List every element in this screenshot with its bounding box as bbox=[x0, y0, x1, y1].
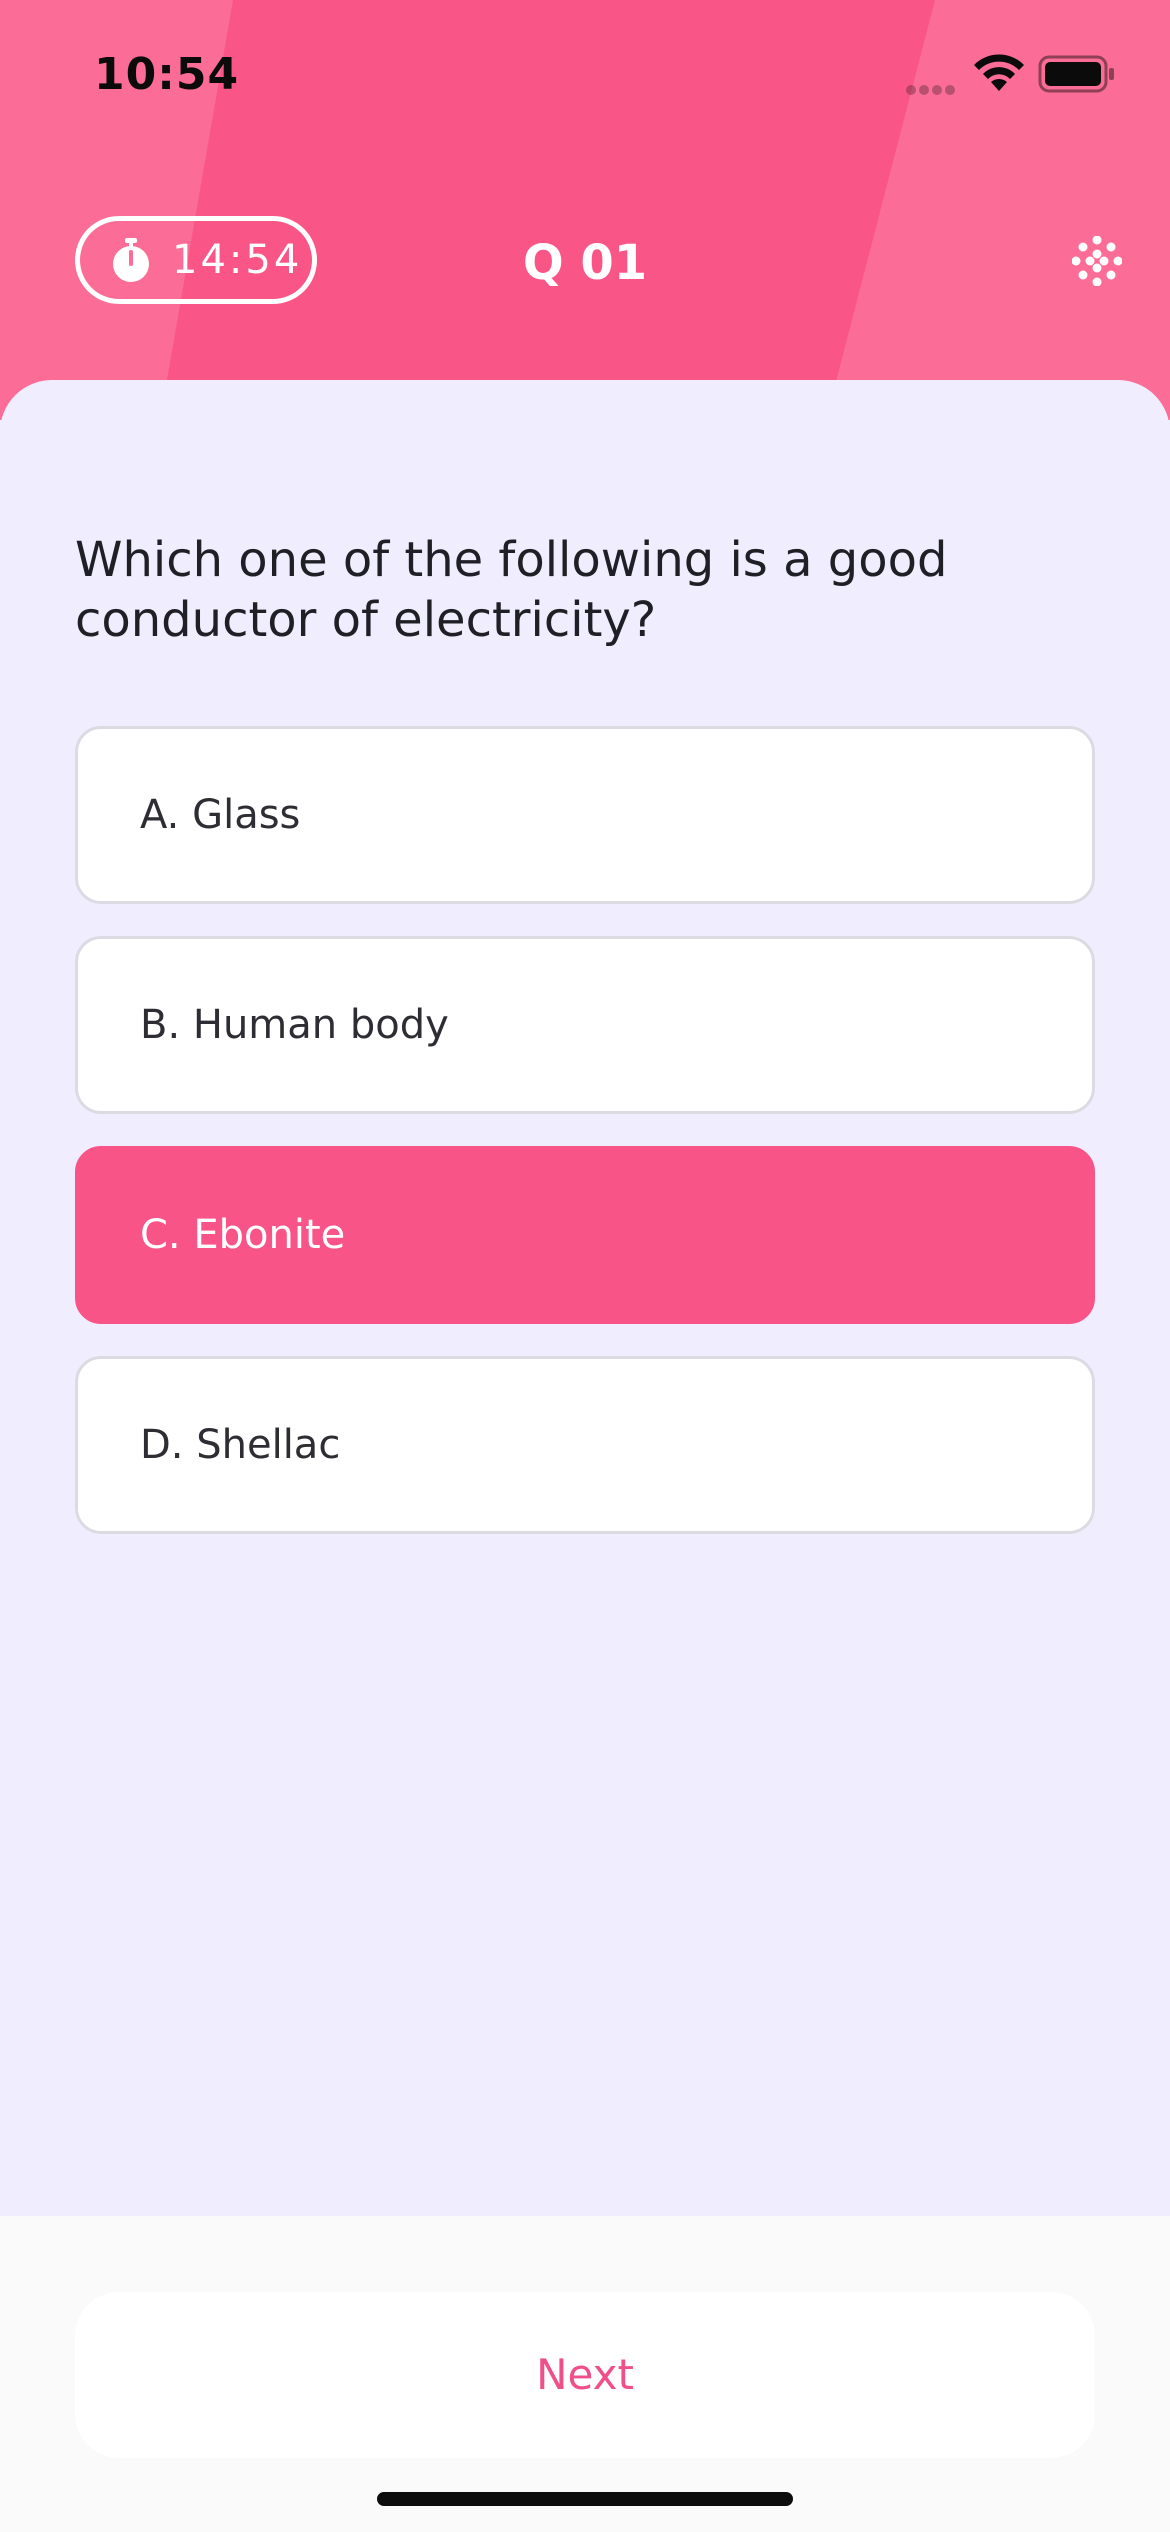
footer: Next bbox=[0, 2216, 1170, 2532]
timer-pill: 14:54 bbox=[75, 216, 317, 304]
wifi-icon bbox=[974, 54, 1024, 91]
signal-dots-icon bbox=[906, 80, 960, 95]
timer-value: 14:54 bbox=[172, 237, 303, 283]
home-indicator[interactable] bbox=[377, 2492, 793, 2506]
option-d[interactable]: D. Shellac bbox=[75, 1356, 1095, 1534]
status-bar-time: 10:54 bbox=[94, 49, 240, 100]
option-a[interactable]: A. Glass bbox=[75, 726, 1095, 904]
option-b[interactable]: B. Human body bbox=[75, 936, 1095, 1114]
battery-icon bbox=[1038, 55, 1114, 93]
question-card: Which one of the following is a good con… bbox=[0, 380, 1170, 2216]
dot-grid-icon[interactable] bbox=[1072, 236, 1122, 286]
question-text: Which one of the following is a good con… bbox=[75, 532, 948, 648]
option-c[interactable]: C. Ebonite bbox=[75, 1146, 1095, 1324]
stopwatch-icon bbox=[113, 238, 149, 282]
next-button[interactable]: Next bbox=[75, 2292, 1095, 2458]
quiz-header: 10:54 14:54 Q 01 bbox=[0, 0, 1170, 420]
question-number: Q 01 bbox=[522, 235, 648, 291]
